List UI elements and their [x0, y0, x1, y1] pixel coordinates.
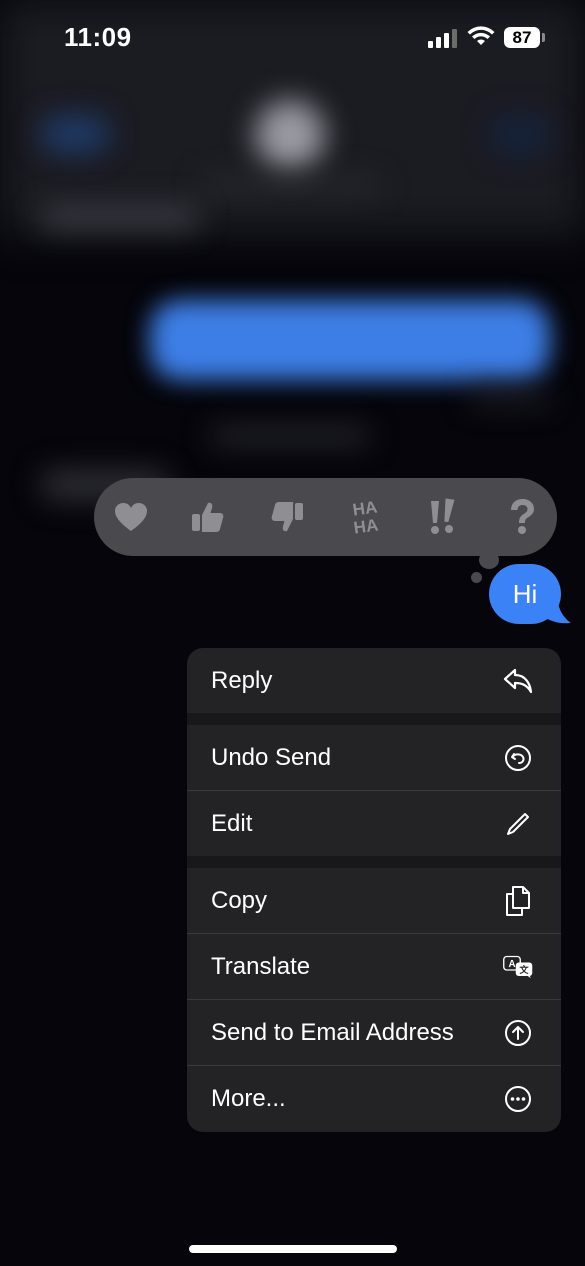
cellular-signal-icon — [428, 28, 458, 48]
svg-text:HA: HA — [352, 515, 379, 537]
tapback-bar: HA HA — [94, 478, 557, 556]
blurred-delivered-label — [470, 390, 550, 404]
bubble-tail — [540, 595, 571, 624]
thumbs-down-icon — [271, 502, 303, 532]
tapback-thumbs-down[interactable] — [257, 478, 317, 556]
undo-send-icon — [503, 743, 533, 773]
tapback-question[interactable] — [492, 478, 552, 556]
menu-item-label: Undo Send — [211, 743, 332, 771]
menu-item-label: Reply — [211, 666, 273, 694]
menu-item-reply[interactable]: Reply — [187, 648, 561, 713]
blurred-timestamp — [210, 428, 370, 444]
menu-item-more[interactable]: More... — [187, 1066, 561, 1131]
blurred-contact-avatar — [255, 100, 325, 170]
messages-screen: 11:09 87 HA HA Hi Reply Undo Send Edit C… — [0, 0, 585, 1266]
reply-icon — [503, 666, 533, 696]
context-menu: Reply Undo Send Edit Copy Translate A 文 … — [187, 648, 561, 1132]
menu-item-label: Edit — [211, 809, 253, 837]
menu-item-label: Send to Email Address — [211, 1018, 454, 1046]
wifi-icon — [467, 26, 495, 45]
battery-tip — [542, 33, 545, 42]
exclamation-icon — [431, 498, 455, 534]
question-icon — [511, 499, 534, 534]
battery-indicator: 87 — [504, 27, 540, 48]
menu-item-label: More... — [211, 1084, 286, 1112]
blurred-label — [40, 205, 200, 229]
svg-text:A: A — [508, 959, 515, 970]
menu-section-divider — [187, 856, 561, 868]
menu-item-undo-send[interactable]: Undo Send — [187, 725, 561, 790]
menu-item-send-to-email[interactable]: Send to Email Address — [187, 1000, 561, 1065]
status-bar: 11:09 87 — [0, 0, 585, 80]
pencil-icon — [503, 809, 533, 839]
tapback-haha[interactable]: HA HA — [335, 478, 395, 556]
blurred-sent-bubble — [150, 300, 550, 380]
menu-item-label: Copy — [211, 886, 268, 914]
tapback-thumbs-up[interactable] — [178, 478, 238, 556]
blurred-contact-name — [200, 178, 380, 192]
menu-section-divider — [187, 713, 561, 725]
tapback-exclamation[interactable] — [413, 478, 473, 556]
menu-item-label: Translate — [211, 952, 311, 980]
blurred-back-button — [40, 115, 110, 153]
heart-icon — [115, 503, 147, 531]
menu-item-copy[interactable]: Copy — [187, 868, 561, 933]
svg-text:文: 文 — [518, 964, 529, 976]
translate-icon: A 文 — [503, 952, 533, 982]
thumbs-up-icon — [192, 502, 224, 532]
haha-icon: HA HA — [351, 497, 379, 537]
tapback-tail-dot — [479, 551, 499, 569]
home-indicator[interactable] — [189, 1245, 397, 1253]
tapback-heart[interactable] — [101, 478, 161, 556]
more-icon — [503, 1084, 533, 1114]
arrow-up-circle-icon — [503, 1018, 533, 1048]
menu-item-translate[interactable]: Translate A 文 — [187, 934, 561, 999]
status-time: 11:09 — [64, 22, 132, 52]
menu-item-edit[interactable]: Edit — [187, 791, 561, 856]
blurred-video-button — [490, 115, 550, 155]
tapback-tail-dot-small — [471, 572, 482, 583]
copy-icon — [503, 885, 533, 916]
